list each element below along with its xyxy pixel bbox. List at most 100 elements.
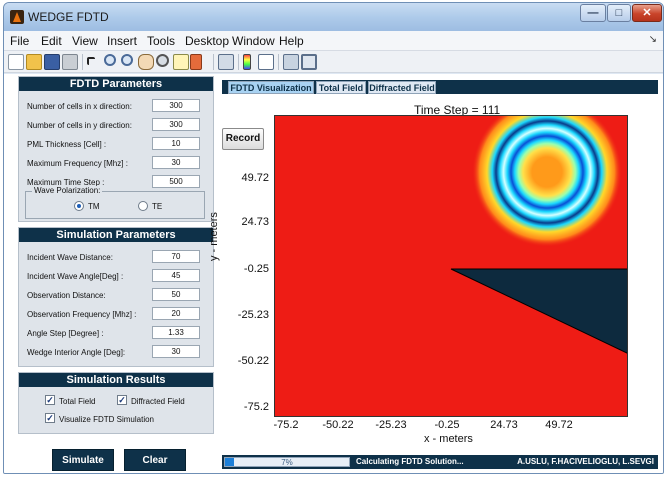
maximize-button[interactable]: □ <box>607 4 631 22</box>
te-radio-label: TE <box>152 202 163 211</box>
x-tick-label: -25.23 <box>375 419 407 431</box>
field-plot-svg <box>275 116 627 416</box>
incident-wave-angle-input[interactable]: 45 <box>152 269 200 282</box>
observation-distance-label: Observation Distance: <box>27 291 106 300</box>
x-tick-label: 24.73 <box>490 419 518 431</box>
x-tick-label: -75.2 <box>273 419 299 431</box>
observation-frequency-label: Observation Frequency [Mhz] : <box>27 310 137 319</box>
max-time-step-input[interactable]: 500 <box>152 175 200 188</box>
x-tick-label: 49.72 <box>545 419 573 431</box>
y-tick-label: -75.2 <box>243 401 269 413</box>
menu-view[interactable]: View <box>72 34 98 48</box>
simulation-results-header: Simulation Results <box>19 373 213 387</box>
tab-fdtd-visualization[interactable]: FDTD Visualization <box>228 81 314 94</box>
brush-icon[interactable] <box>190 54 202 70</box>
save-icon[interactable] <box>44 54 60 70</box>
hide-plot-tools-icon[interactable] <box>283 54 299 70</box>
cells-y-label: Number of cells in y direction: <box>27 121 132 130</box>
matlab-icon <box>10 10 24 24</box>
data-cursor-icon[interactable] <box>173 54 189 70</box>
pan-icon[interactable] <box>138 54 154 70</box>
menu-file[interactable]: File <box>10 34 29 48</box>
wave-polarization-title: Wave Polarization: <box>32 186 103 195</box>
total-field-label: Total Field <box>59 397 96 406</box>
cells-x-input[interactable]: 300 <box>152 99 200 112</box>
y-tick-label: -25.23 <box>237 309 269 321</box>
menu-window[interactable]: Window <box>232 34 275 48</box>
cells-y-input[interactable]: 300 <box>152 118 200 131</box>
diffracted-field-checkbox[interactable]: ✓ <box>117 395 127 405</box>
tab-diffracted-field[interactable]: Diffracted Field <box>368 81 436 94</box>
progress-text: 7% <box>281 458 293 467</box>
cells-x-label: Number of cells in x direction: <box>27 102 132 111</box>
zoom-in-icon[interactable] <box>104 54 116 66</box>
observation-frequency-input[interactable]: 20 <box>152 307 200 320</box>
x-tick-label: -50.22 <box>322 419 354 431</box>
simulation-parameters-header: Simulation Parameters <box>19 228 213 242</box>
brush-dropdown-icon[interactable] <box>203 54 209 70</box>
window-title: WEDGE FDTD <box>28 10 109 24</box>
zoom-out-icon[interactable] <box>121 54 133 66</box>
new-file-icon[interactable] <box>8 54 24 70</box>
record-button[interactable]: Record <box>222 128 264 150</box>
show-plot-tools-icon[interactable] <box>301 54 317 70</box>
angle-step-label: Angle Step [Degree] : <box>27 329 104 338</box>
insert-legend-icon[interactable] <box>258 54 274 70</box>
minimize-button[interactable]: — <box>580 4 606 22</box>
menu-bar: File Edit View Insert Tools Desktop Wind… <box>4 31 663 51</box>
menu-edit[interactable]: Edit <box>41 34 62 48</box>
fdtd-parameters-panel: FDTD Parameters Number of cells in x dir… <box>18 76 214 222</box>
toolbar-separator <box>82 54 83 70</box>
wedge-interior-angle-label: Wedge Interior Angle [Deg]: <box>27 348 126 357</box>
tm-radio-label: TM <box>88 202 100 211</box>
close-button[interactable]: ✕ <box>632 4 662 22</box>
minimize-icon: — <box>587 7 599 19</box>
menu-desktop[interactable]: Desktop <box>185 34 229 48</box>
toolbar-separator <box>278 54 279 70</box>
toolbar <box>4 51 663 73</box>
rotate-icon[interactable] <box>156 54 169 67</box>
pml-thickness-input[interactable]: 10 <box>152 137 200 150</box>
insert-colorbar-icon[interactable] <box>243 54 251 70</box>
wave-polarization-group: Wave Polarization: TM TE <box>25 186 205 219</box>
toolbar-separator <box>238 54 239 70</box>
clear-button[interactable]: Clear <box>124 449 186 471</box>
menu-insert[interactable]: Insert <box>107 34 137 48</box>
menu-tools[interactable]: Tools <box>147 34 175 48</box>
tab-bar: FDTD Visualization Total Field Diffracte… <box>222 80 658 94</box>
close-icon: ✕ <box>642 7 652 19</box>
status-message: Calculating FDTD Solution... <box>356 457 464 466</box>
angle-step-input[interactable]: 1.33 <box>152 326 200 339</box>
open-file-icon[interactable] <box>26 54 42 70</box>
simulate-button[interactable]: Simulate <box>52 449 114 471</box>
menu-help[interactable]: Help <box>279 34 304 48</box>
total-field-checkbox[interactable]: ✓ <box>45 395 55 405</box>
title-bar: WEDGE FDTD — □ ✕ <box>4 3 663 31</box>
status-bar: 7% Calculating FDTD Solution... A.USLU, … <box>222 455 658 469</box>
simulation-parameters-panel: Simulation Parameters Incident Wave Dist… <box>18 227 214 367</box>
diffracted-field-label: Diffracted Field <box>131 397 185 406</box>
incident-wave-distance-input[interactable]: 70 <box>152 250 200 263</box>
observation-distance-input[interactable]: 50 <box>152 288 200 301</box>
select-arrow-icon[interactable] <box>87 57 95 65</box>
field-plot[interactable] <box>274 115 628 417</box>
y-tick-label: 24.73 <box>241 216 269 228</box>
te-radio[interactable] <box>138 201 148 211</box>
link-icon[interactable] <box>218 54 234 70</box>
credits-text: A.USLU, F.HACIVELIOGLU, L.SEVGI <box>517 457 654 466</box>
undock-arrow-icon[interactable]: ↘ <box>649 34 657 45</box>
max-frequency-input[interactable]: 30 <box>152 156 200 169</box>
print-icon[interactable] <box>62 54 78 70</box>
figure-content: FDTD Parameters Number of cells in x dir… <box>4 74 663 473</box>
y-tick-label: -50.22 <box>237 355 269 367</box>
y-axis-label: y - meters <box>208 212 220 261</box>
tab-total-field[interactable]: Total Field <box>316 81 366 94</box>
fdtd-parameters-header: FDTD Parameters <box>19 77 213 91</box>
y-tick-label: -0.25 <box>243 263 269 275</box>
visualize-simulation-label: Visualize FDTD Simulation <box>59 415 154 424</box>
x-tick-label: -0.25 <box>434 419 460 431</box>
visualize-simulation-checkbox[interactable]: ✓ <box>45 413 55 423</box>
wedge-interior-angle-input[interactable]: 30 <box>152 345 200 358</box>
tm-radio[interactable] <box>74 201 84 211</box>
incident-wave-angle-label: Incident Wave Angle[Deg] : <box>27 272 124 281</box>
